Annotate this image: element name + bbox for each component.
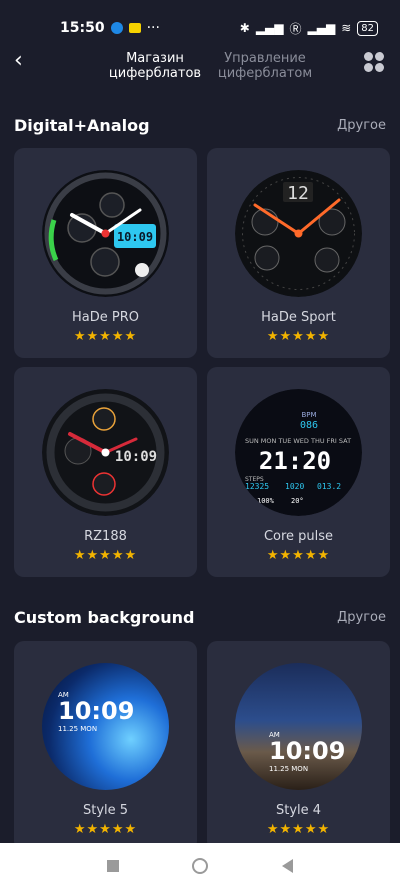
- tab-store[interactable]: Магазин циферблатов: [100, 51, 210, 81]
- watchface-preview: AM 10:09 11.25 MON: [42, 663, 169, 790]
- more-notifications-icon: ···: [146, 20, 160, 36]
- face-time: 10:09: [58, 697, 134, 725]
- section-custom-background-header: Custom background Другое: [14, 608, 386, 627]
- face-time: 10:09: [269, 737, 345, 765]
- watchface-preview: 10:09: [42, 389, 169, 516]
- watchface-card-hade-sport[interactable]: 12 HaDe Sport ★★★★★: [207, 148, 390, 358]
- watchface-name: HaDe Sport: [261, 310, 336, 325]
- watchface-card-rz188[interactable]: 10:09 RZ188 ★★★★★: [14, 367, 197, 577]
- battery-indicator: 82: [357, 20, 378, 36]
- face-bpm: 086: [300, 420, 318, 431]
- face-time: 21:20: [259, 447, 331, 475]
- watchface-name: Style 4: [275, 803, 322, 818]
- face-date: 11.25 MON: [58, 725, 97, 733]
- tab-manage[interactable]: Управление циферблатом: [214, 51, 316, 81]
- messenger-icon: [110, 22, 123, 34]
- star-rating: ★★★★★: [266, 548, 331, 563]
- section-more-link[interactable]: Другое: [337, 118, 386, 133]
- signal-icon: ▂▄▆: [255, 21, 284, 35]
- watchface-preview: 10:09: [42, 170, 169, 297]
- watchface-name: Core pulse: [263, 529, 334, 544]
- grid-menu-icon[interactable]: [364, 52, 384, 72]
- face-power: 100%: [257, 497, 275, 505]
- face-time: 10:09: [115, 449, 157, 465]
- wifi-icon: ≋: [341, 21, 352, 35]
- section-more-link[interactable]: Другое: [337, 610, 386, 625]
- star-rating: ★★★★★: [73, 329, 138, 344]
- face-time: 10:09: [117, 230, 153, 244]
- face-steps: 12325: [245, 482, 269, 491]
- section-title: Custom background: [14, 608, 195, 627]
- watchface-card-style-5[interactable]: AM 10:09 11.25 MON Style 5 ★★★★★: [14, 641, 197, 851]
- section-digital-analog-header: Digital+Analog Другое: [14, 116, 386, 135]
- system-nav-bar: [0, 843, 400, 889]
- svg-text:SUN MON TUE WED THU FRI SAT: SUN MON TUE WED THU FRI SAT: [245, 437, 351, 445]
- home-icon[interactable]: [192, 858, 209, 874]
- watchface-card-core-pulse[interactable]: BPM 086 SUN MON TUE WED THU FRI SAT 21:2…: [207, 367, 390, 577]
- watchface-preview: 12: [235, 170, 362, 297]
- back-arrow-icon[interactable]: ‹: [14, 50, 38, 74]
- svg-text:BPM: BPM: [301, 411, 316, 419]
- status-left: 15:50 ···: [60, 20, 160, 36]
- watchface-card-hade-pro[interactable]: 10:09 HaDe PRO ★★★★★: [14, 148, 197, 358]
- top-bar: ‹ Магазин циферблатов Управление цифербл…: [0, 42, 400, 90]
- face-dist: 013.2: [317, 482, 341, 491]
- section-title: Digital+Analog: [14, 116, 150, 135]
- star-rating: ★★★★★: [73, 548, 138, 563]
- watchface-name: HaDe PRO: [72, 310, 139, 325]
- face-hour: 12: [287, 183, 309, 204]
- watchface-preview: BPM 086 SUN MON TUE WED THU FRI SAT 21:2…: [235, 389, 362, 516]
- face-kcal: 1020: [285, 482, 304, 491]
- status-time: 15:50: [60, 20, 105, 36]
- status-right: ✱ ▂▄▆ Ⓡ ▂▄▆ ≋ 82: [240, 20, 378, 37]
- star-rating: ★★★★★: [73, 822, 138, 837]
- watchface-name: RZ188: [84, 529, 127, 544]
- recents-icon[interactable]: [106, 860, 119, 872]
- watchface-card-style-4[interactable]: AM 10:09 11.25 MON Style 4 ★★★★★: [207, 641, 390, 851]
- signal-2-icon: ▂▄▆: [307, 21, 336, 35]
- face-temp: 20°: [291, 497, 304, 505]
- face-date: 11.25 MON: [269, 765, 308, 773]
- star-rating: ★★★★★: [266, 822, 331, 837]
- system-back-icon[interactable]: [282, 859, 294, 873]
- star-rating: ★★★★★: [266, 329, 331, 344]
- bluetooth-icon: ✱: [239, 21, 250, 35]
- message-icon: [128, 23, 141, 33]
- watchface-preview: AM 10:09 11.25 MON: [235, 663, 362, 790]
- watchface-name: Style 5: [82, 803, 129, 818]
- registered-icon: Ⓡ: [289, 21, 302, 36]
